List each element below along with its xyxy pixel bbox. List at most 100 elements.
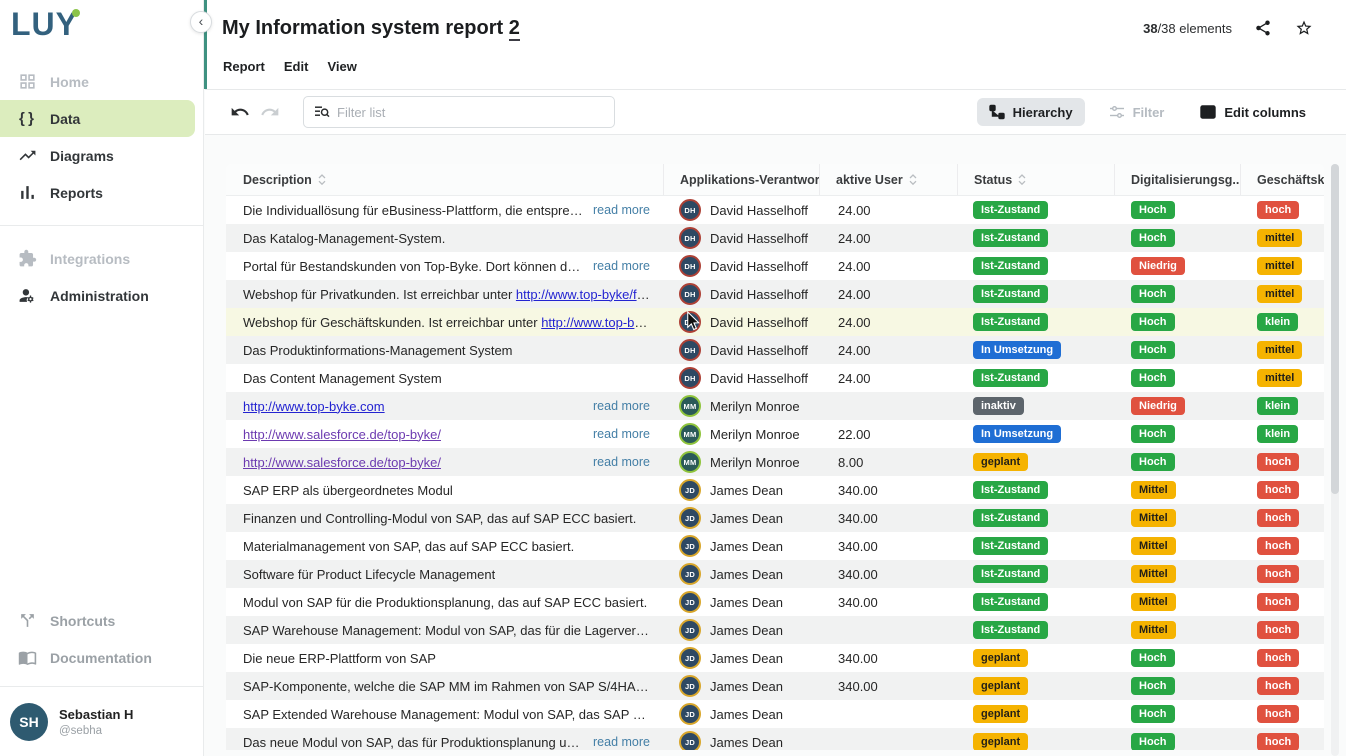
star-icon[interactable]	[1294, 18, 1314, 38]
status-badge: In Umsetzung	[973, 425, 1061, 443]
owner-avatar: DH	[679, 339, 701, 361]
table-row[interactable]: http://www.top-byke.com read more MM Mer…	[226, 392, 1324, 420]
status-badge: Ist-Zustand	[973, 593, 1048, 611]
table-row[interactable]: http://www.salesforce.de/top-byke/ read …	[226, 420, 1324, 448]
read-more-link[interactable]: read more	[583, 259, 650, 273]
table-scrollbar[interactable]	[1331, 164, 1339, 756]
owner-avatar: JD	[679, 535, 701, 557]
edit-columns-button[interactable]: Edit columns	[1188, 98, 1318, 126]
description-cell: http://www.salesforce.de/top-byke/ read …	[226, 420, 664, 448]
trend-line-icon	[17, 146, 37, 166]
sidebar-item-integrations[interactable]: Integrations	[0, 240, 203, 277]
read-more-link[interactable]: read more	[583, 735, 650, 749]
column-header-status[interactable]: Status	[958, 164, 1115, 195]
table-row[interactable]: SAP Extended Warehouse Management: Modul…	[226, 700, 1324, 728]
redo-button[interactable]	[259, 102, 281, 122]
status-cell: inaktiv	[958, 392, 1115, 420]
active-users-value: 24.00	[838, 203, 871, 218]
table-row[interactable]: Webshop für Privatkunden. Ist erreichbar…	[226, 280, 1324, 308]
table-row[interactable]: Finanzen und Controlling-Modul von SAP, …	[226, 504, 1324, 532]
sidebar-item-diagrams[interactable]: Diagrams	[0, 137, 203, 174]
description-link[interactable]: http://www.salesforce.de/top-byke/	[243, 455, 441, 470]
table-row[interactable]: http://www.salesforce.de/top-byke/ read …	[226, 448, 1324, 476]
sidebar-item-label: Reports	[50, 185, 103, 201]
table-row[interactable]: Das Katalog-Management-System. DH David …	[226, 224, 1324, 252]
status-cell: Ist-Zustand	[958, 504, 1115, 532]
menu-edit[interactable]: Edit	[284, 59, 309, 74]
active-users-cell: 340.00	[820, 672, 958, 700]
description-link[interactable]: http://www.top-byke/business/	[541, 315, 650, 330]
status-badge: Ist-Zustand	[973, 201, 1048, 219]
table-row[interactable]: Die neue ERP-Plattform von SAP JD James …	[226, 644, 1324, 672]
menu-report[interactable]: Report	[223, 59, 265, 74]
table-row[interactable]: Portal für Bestandskunden von Top-Byke. …	[226, 252, 1324, 280]
sidebar-collapse-button[interactable]: ‹	[190, 11, 212, 33]
table-row[interactable]: Das Content Management System DH David H…	[226, 364, 1324, 392]
sidebar-item-home[interactable]: Home	[0, 63, 203, 100]
column-header-digitalisierungsgrad[interactable]: Digitalisierungsg...	[1115, 164, 1241, 195]
sidebar-item-reports[interactable]: Reports	[0, 174, 203, 211]
status-cell: geplant	[958, 448, 1115, 476]
status-cell: Ist-Zustand	[958, 280, 1115, 308]
menu-view[interactable]: View	[327, 59, 356, 74]
sidebar-item-documentation[interactable]: Documentation	[0, 639, 203, 676]
criticality-cell: klein	[1241, 308, 1324, 336]
description-text: Die Individuallösung für eBusiness-Platt…	[243, 203, 583, 218]
description-link[interactable]: http://www.top-byke.com	[243, 399, 385, 414]
read-more-link[interactable]: read more	[583, 427, 650, 441]
description-cell: SAP Warehouse Management: Modul von SAP,…	[226, 616, 664, 644]
filter-list-input[interactable]	[337, 105, 604, 120]
hierarchy-button[interactable]: Hierarchy	[977, 98, 1085, 126]
criticality-cell: hoch	[1241, 644, 1324, 672]
table-row[interactable]: Software für Product Lifecycle Managemen…	[226, 560, 1324, 588]
table-scrollbar-thumb[interactable]	[1331, 164, 1339, 494]
digitalization-badge: Mittel	[1131, 509, 1176, 527]
column-header-aktive-user[interactable]: aktive User	[820, 164, 958, 195]
owner-avatar: MM	[679, 423, 701, 445]
table-row[interactable]: Die Individuallösung für eBusiness-Platt…	[226, 196, 1324, 224]
table-row[interactable]: SAP Warehouse Management: Modul von SAP,…	[226, 616, 1324, 644]
criticality-cell: hoch	[1241, 476, 1324, 504]
table-row[interactable]: Das neue Modul von SAP, das für Produkti…	[226, 728, 1324, 750]
table-body: Die Individuallösung für eBusiness-Platt…	[226, 196, 1324, 750]
table-row[interactable]: SAP-Komponente, welche die SAP MM im Rah…	[226, 672, 1324, 700]
undo-button[interactable]	[229, 102, 251, 122]
filter-button[interactable]: Filter	[1097, 98, 1177, 126]
digitalization-cell: Mittel	[1115, 532, 1241, 560]
description-cell: SAP Extended Warehouse Management: Modul…	[226, 700, 664, 728]
active-users-value: 22.00	[838, 427, 871, 442]
sidebar-item-administration[interactable]: Administration	[0, 277, 203, 314]
table-row[interactable]: Modul von SAP für die Produktionsplanung…	[226, 588, 1324, 616]
digitalization-cell: Mittel	[1115, 504, 1241, 532]
filter-list-field[interactable]	[303, 96, 615, 128]
sidebar: LUY Home { } Data Diagrams Reports Integ…	[0, 0, 204, 756]
read-more-link[interactable]: read more	[583, 203, 650, 217]
status-badge: geplant	[973, 705, 1028, 723]
table-row[interactable]: Webshop für Geschäftskunden. Ist erreich…	[226, 308, 1324, 336]
owner-avatar: DH	[679, 367, 701, 389]
user-profile[interactable]: SH Sebastian H @sebha	[0, 686, 203, 756]
owner-cell: JD James Dean	[664, 728, 820, 750]
description-text: Webshop für Privatkunden. Ist erreichbar…	[243, 287, 650, 302]
sidebar-item-data[interactable]: { } Data	[0, 100, 195, 137]
table-row[interactable]: Das Produktinformations-Management Syste…	[226, 336, 1324, 364]
share-icon[interactable]	[1253, 18, 1273, 38]
read-more-link[interactable]: read more	[583, 399, 650, 413]
description-cell: Die Individuallösung für eBusiness-Platt…	[226, 196, 664, 224]
owner-name: James Dean	[710, 651, 783, 666]
table-row[interactable]: Materialmanagement von SAP, das auf SAP …	[226, 532, 1324, 560]
owner-avatar: DH	[679, 255, 701, 277]
column-header-applikations-verantwortlicher[interactable]: Applikations-Verantwort...	[664, 164, 820, 195]
sidebar-item-label: Documentation	[50, 650, 152, 666]
column-header-geschaeftskritikalitaet[interactable]: Geschäftskritik	[1241, 164, 1324, 195]
sidebar-item-shortcuts[interactable]: Shortcuts	[0, 602, 203, 639]
read-more-link[interactable]: read more	[583, 455, 650, 469]
digitalization-cell: Mittel	[1115, 616, 1241, 644]
digitalization-badge: Mittel	[1131, 537, 1176, 555]
description-link[interactable]: http://www.salesforce.de/top-byke/	[243, 427, 441, 442]
description-link[interactable]: http://www.top-byke/for-you/	[516, 287, 650, 302]
description-text: SAP Warehouse Management: Modul von SAP,…	[243, 623, 650, 638]
digitalization-cell: Hoch	[1115, 448, 1241, 476]
column-header-description[interactable]: Description	[226, 164, 664, 195]
table-row[interactable]: SAP ERP als übergeordnetes Modul JD Jame…	[226, 476, 1324, 504]
